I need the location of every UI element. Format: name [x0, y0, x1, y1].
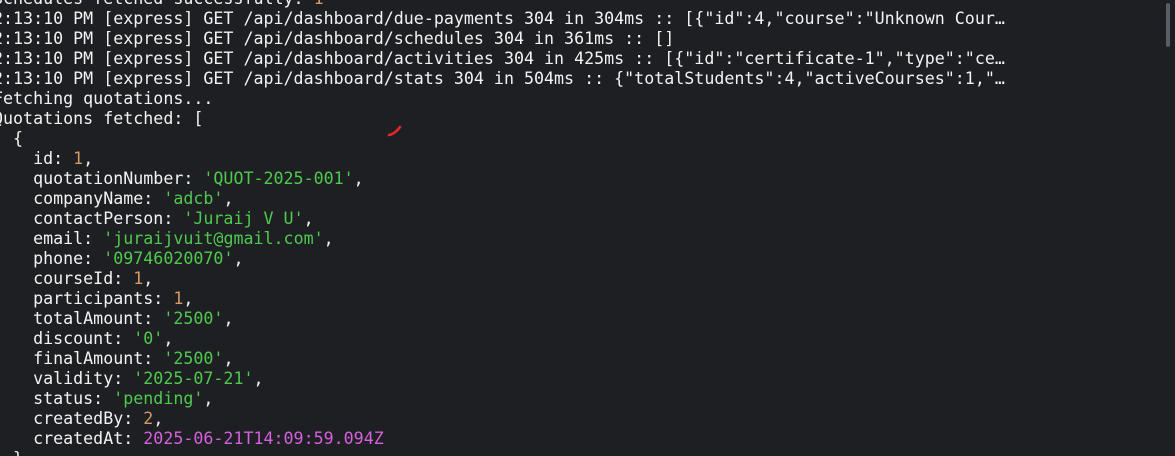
terminal-line: },	[0, 449, 1005, 456]
terminal-token: contactPerson:	[0, 209, 184, 228]
terminal-token: courseId:	[0, 269, 134, 288]
terminal-token: companyName:	[0, 189, 164, 208]
terminal-token: ,	[233, 249, 244, 268]
scrollbar-thumb[interactable]	[1166, 3, 1170, 47]
terminal-token: 'pending'	[113, 389, 204, 408]
terminal-token: },	[0, 449, 33, 456]
terminal-token: Schedules fetched successfully:	[0, 0, 314, 8]
terminal-token: status:	[0, 389, 114, 408]
terminal-line: contactPerson: 'Juraij V U',	[0, 209, 1005, 229]
terminal-line: Quotations fetched: [	[0, 109, 1005, 129]
terminal-line: id: 1,	[0, 149, 1005, 169]
terminal-line: createdBy: 2,	[0, 409, 1005, 429]
terminal-line: phone: '09746020070',	[0, 249, 1005, 269]
terminal-token: Fetching quotations...	[0, 89, 214, 108]
terminal-token: totalAmount:	[0, 309, 164, 328]
terminal-token: 'juraijvuit@gmail.com'	[103, 229, 324, 248]
terminal-token: ,	[153, 409, 164, 428]
terminal-token: Quotations fetched: [	[0, 109, 204, 128]
terminal-token: 2:13:10 PM [express] GET /api/dashboard/…	[0, 69, 1005, 88]
terminal-line: totalAmount: '2500',	[0, 309, 1005, 329]
terminal-token: ,	[83, 149, 94, 168]
terminal-token: 2	[143, 409, 154, 428]
terminal-token: ,	[323, 229, 334, 248]
terminal-token: ,	[223, 309, 234, 328]
terminal-token: 2:13:10 PM [express] GET /api/dashboard/…	[0, 49, 1005, 68]
terminal-token: participants:	[0, 289, 174, 308]
terminal-token: validity:	[0, 369, 134, 388]
terminal-token: 'adcb'	[163, 189, 224, 208]
terminal-token: phone:	[0, 249, 104, 268]
terminal-token: 1	[73, 149, 84, 168]
terminal-token: '2025-07-21'	[133, 369, 254, 388]
terminal-token: {	[13, 129, 24, 148]
terminal-token: ,	[303, 209, 314, 228]
terminal-token: ,	[253, 369, 264, 388]
terminal-token: quotationNumber:	[0, 169, 204, 188]
terminal-token: '09746020070'	[103, 249, 234, 268]
terminal-token: ,	[143, 269, 154, 288]
terminal-token: createdBy:	[0, 409, 144, 428]
terminal-token: discount:	[0, 329, 134, 348]
terminal-token: email:	[0, 229, 104, 248]
terminal-token: ,	[223, 189, 234, 208]
terminal-line: participants: 1,	[0, 289, 1005, 309]
terminal-line: 2:13:10 PM [express] GET /api/dashboard/…	[0, 49, 1005, 69]
terminal-line: companyName: 'adcb',	[0, 189, 1005, 209]
terminal-line: email: 'juraijvuit@gmail.com',	[0, 229, 1005, 249]
terminal-line: status: 'pending',	[0, 389, 1005, 409]
terminal-token: '2500'	[163, 309, 224, 328]
terminal-token: 1	[173, 289, 184, 308]
terminal-line: quotationNumber: 'QUOT-2025-001',	[0, 169, 1005, 189]
terminal-scrollbar[interactable]	[1161, 0, 1175, 456]
terminal-token: ,	[353, 169, 364, 188]
terminal-line: createdAt: 2025-06-21T14:09:59.094Z	[0, 429, 1005, 449]
terminal-output[interactable]: Schedules fetched successfully: 12:13:10…	[0, 0, 1005, 456]
terminal-line: finalAmount: '2500',	[0, 349, 1005, 369]
terminal-token: 1	[314, 0, 324, 8]
terminal-token: createdAt:	[0, 429, 144, 448]
terminal-token: 'Juraij V U'	[183, 209, 304, 228]
terminal-line: Schedules fetched successfully: 1	[0, 0, 1005, 9]
terminal-token: ,	[183, 289, 194, 308]
terminal-token: ,	[163, 329, 174, 348]
terminal-token: id:	[0, 149, 74, 168]
terminal-line: {	[0, 129, 1005, 149]
terminal-token: finalAmount:	[0, 349, 164, 368]
terminal-token: '0'	[133, 329, 164, 348]
terminal-token: '2500'	[163, 349, 224, 368]
terminal-line: validity: '2025-07-21',	[0, 369, 1005, 389]
terminal-line: discount: '0',	[0, 329, 1005, 349]
terminal-line: 2:13:10 PM [express] GET /api/dashboard/…	[0, 69, 1005, 89]
terminal-token: 2:13:10 PM [express] GET /api/dashboard/…	[0, 29, 675, 48]
terminal-token: 2:13:10 PM [express] GET /api/dashboard/…	[0, 9, 1005, 28]
terminal-window[interactable]: Schedules fetched successfully: 12:13:10…	[0, 0, 1175, 456]
terminal-token: 2025-06-21T14:09:59.094Z	[143, 429, 384, 448]
terminal-token: 1	[133, 269, 144, 288]
terminal-line: 2:13:10 PM [express] GET /api/dashboard/…	[0, 9, 1005, 29]
terminal-line: Fetching quotations...	[0, 89, 1005, 109]
terminal-line: 2:13:10 PM [express] GET /api/dashboard/…	[0, 29, 1005, 49]
terminal-line: courseId: 1,	[0, 269, 1005, 289]
terminal-token: 'QUOT-2025-001'	[203, 169, 354, 188]
terminal-token: ,	[203, 389, 214, 408]
red-pen-stroke-icon	[387, 125, 402, 137]
terminal-token: ,	[223, 349, 234, 368]
